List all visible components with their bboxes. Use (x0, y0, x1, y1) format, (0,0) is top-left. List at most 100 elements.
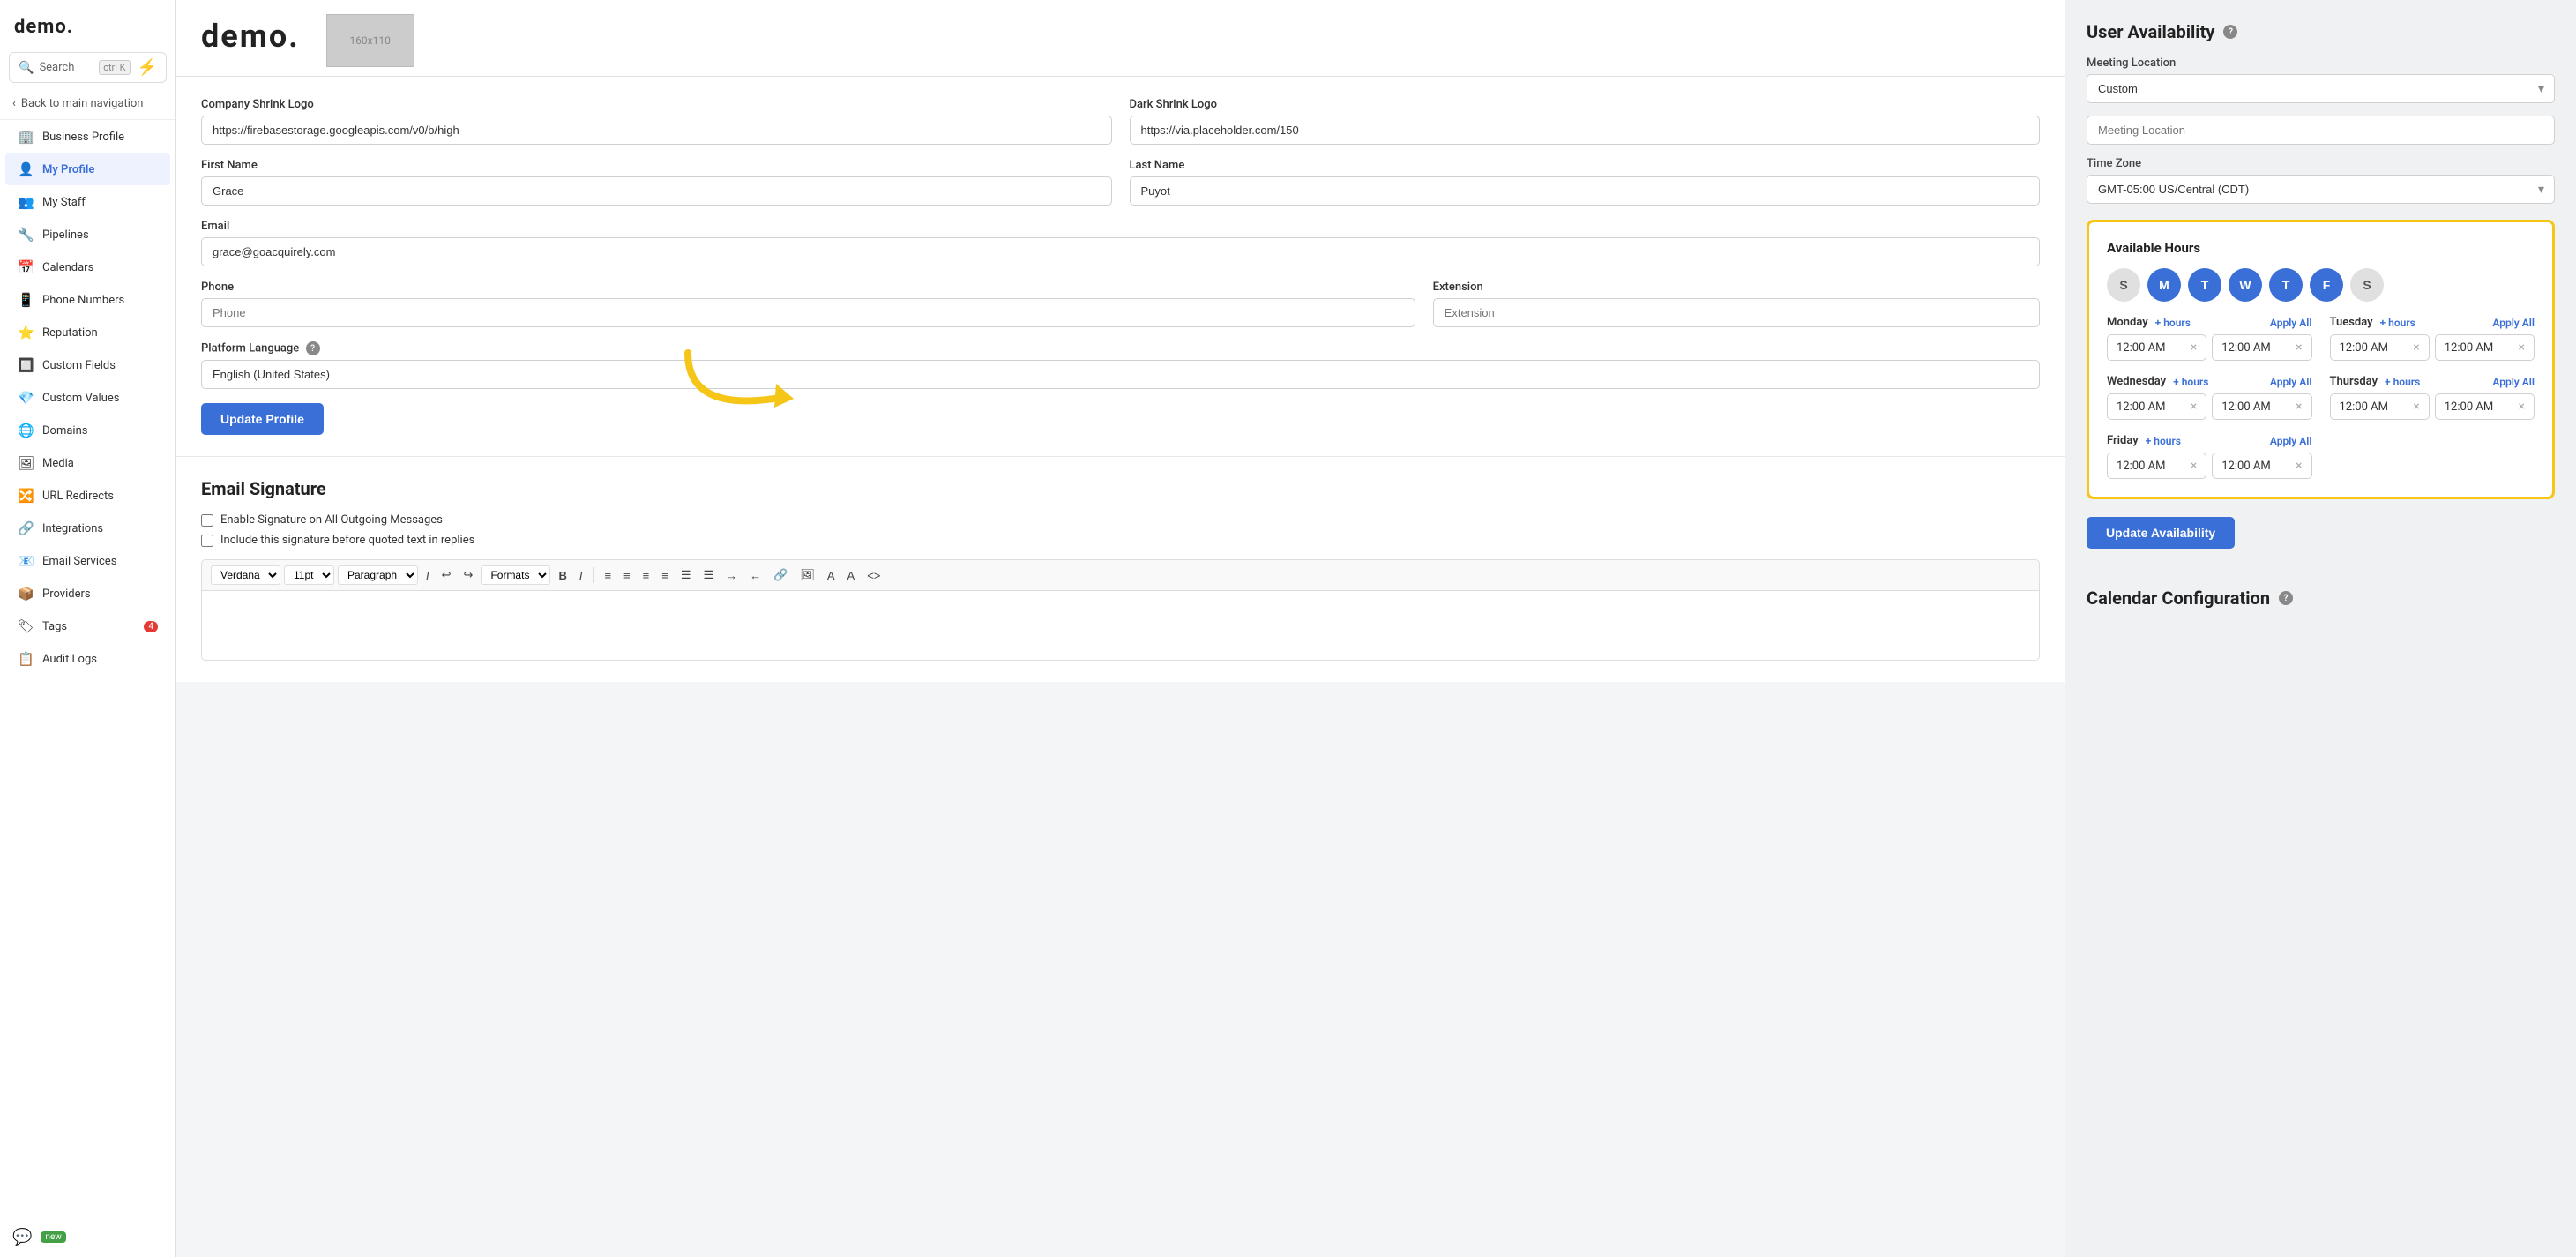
apply-all-tuesday[interactable]: Apply All (2492, 317, 2535, 329)
my-profile-icon: 👤 (18, 161, 34, 177)
day-button-4[interactable]: T (2269, 268, 2303, 302)
sidebar-item-audit-logs[interactable]: 📋 Audit Logs (5, 643, 170, 675)
clear-from-thursday[interactable]: × (2413, 400, 2419, 414)
add-hours-thursday[interactable]: + hours (2385, 376, 2420, 388)
time-to-wednesday[interactable]: 12:00 AM × (2212, 393, 2311, 420)
time-from-monday[interactable]: 12:00 AM × (2107, 334, 2206, 361)
time-to-tuesday[interactable]: 12:00 AM × (2435, 334, 2535, 361)
sidebar-item-calendars[interactable]: 📅 Calendars (5, 251, 170, 283)
add-hours-monday[interactable]: + hours (2155, 317, 2191, 329)
clear-to-monday[interactable]: × (2296, 340, 2302, 355)
apply-all-friday[interactable]: Apply All (2270, 435, 2312, 447)
clear-from-wednesday[interactable]: × (2191, 400, 2197, 414)
clear-to-wednesday[interactable]: × (2296, 400, 2302, 414)
editor-bg-color-btn[interactable]: A (843, 567, 860, 584)
dark-shrink-logo-input[interactable] (1130, 116, 2041, 145)
last-name-input[interactable] (1130, 176, 2041, 206)
sidebar-item-integrations[interactable]: 🔗 Integrations (5, 513, 170, 544)
sidebar-item-tags[interactable]: 🏷 Tags 4 (5, 610, 170, 642)
meeting-location-text-input[interactable] (2087, 116, 2555, 145)
calendar-config-help-icon[interactable]: ? (2279, 591, 2293, 605)
editor-indent-btn[interactable]: → (721, 567, 742, 584)
sidebar-item-custom-fields[interactable]: 🔲 Custom Fields (5, 349, 170, 381)
sidebar-item-providers[interactable]: 📦 Providers (5, 578, 170, 610)
day-button-2[interactable]: T (2188, 268, 2221, 302)
sidebar-item-business-profile[interactable]: 🏢 Business Profile (5, 121, 170, 153)
update-availability-button[interactable]: Update Availability (2087, 517, 2235, 549)
time-to-monday[interactable]: 12:00 AM × (2212, 334, 2311, 361)
language-input[interactable] (201, 360, 2040, 389)
editor-ol-btn[interactable]: ☰ (698, 566, 718, 584)
phone-input[interactable] (201, 298, 1415, 327)
clear-from-tuesday[interactable]: × (2413, 340, 2419, 355)
editor-ul-btn[interactable]: ☰ (676, 566, 696, 584)
sidebar-item-my-profile[interactable]: 👤 My Profile (5, 153, 170, 185)
sidebar-item-media[interactable]: 🖼 Media (5, 447, 170, 479)
language-help-icon[interactable]: ? (306, 341, 320, 355)
sidebar-item-my-staff[interactable]: 👥 My Staff (5, 186, 170, 218)
first-name-input[interactable] (201, 176, 1112, 206)
update-profile-button[interactable]: Update Profile (201, 403, 324, 435)
logo-image-placeholder: 160x110 (326, 14, 414, 67)
clear-to-thursday[interactable]: × (2519, 400, 2525, 414)
day-button-5[interactable]: F (2310, 268, 2343, 302)
editor-bold-btn[interactable]: B (554, 567, 571, 584)
editor-italic2-btn[interactable]: I (575, 567, 587, 584)
add-hours-tuesday[interactable]: + hours (2380, 317, 2415, 329)
editor-formats-select[interactable]: Formats (481, 565, 550, 585)
editor-image-btn[interactable]: 🖼 (795, 566, 819, 584)
clear-to-tuesday[interactable]: × (2519, 340, 2525, 355)
day-button-3[interactable]: W (2229, 268, 2262, 302)
extension-input[interactable] (1433, 298, 2040, 327)
company-shrink-logo-input[interactable] (201, 116, 1112, 145)
editor-align-right-btn[interactable]: ≡ (638, 567, 654, 584)
sidebar-item-reputation[interactable]: ⭐ Reputation (5, 317, 170, 348)
editor-redo-btn[interactable]: ↪ (459, 566, 478, 584)
sidebar-item-custom-values[interactable]: 💎 Custom Values (5, 382, 170, 414)
meeting-location-select[interactable]: Custom (2087, 74, 2555, 103)
clear-from-monday[interactable]: × (2191, 340, 2197, 355)
apply-all-monday[interactable]: Apply All (2270, 317, 2312, 329)
editor-code-btn[interactable]: <> (862, 567, 885, 584)
add-hours-wednesday[interactable]: + hours (2173, 376, 2208, 388)
editor-link-btn[interactable]: 🔗 (769, 566, 792, 584)
editor-align-center-btn[interactable]: ≡ (619, 567, 635, 584)
chat-bubble[interactable]: 💬 new (0, 1217, 175, 1257)
editor-paragraph-select[interactable]: Paragraph (338, 565, 418, 585)
email-signature-editor-body[interactable] (201, 590, 2040, 661)
sidebar-item-pipelines[interactable]: 🔧 Pipelines (5, 219, 170, 251)
sig-checkbox1[interactable] (201, 514, 213, 527)
editor-align-left-btn[interactable]: ≡ (600, 567, 616, 584)
email-input[interactable] (201, 237, 2040, 266)
sidebar-item-email-services[interactable]: 📧 Email Services (5, 545, 170, 577)
clear-to-friday[interactable]: × (2296, 459, 2302, 473)
sidebar-item-url-redirects[interactable]: 🔀 URL Redirects (5, 480, 170, 512)
clear-from-friday[interactable]: × (2191, 459, 2197, 473)
time-to-thursday[interactable]: 12:00 AM × (2435, 393, 2535, 420)
time-from-wednesday[interactable]: 12:00 AM × (2107, 393, 2206, 420)
editor-outdent-btn[interactable]: ← (745, 567, 765, 584)
editor-font-color-btn[interactable]: A (823, 567, 840, 584)
day-button-6[interactable]: S (2350, 268, 2384, 302)
time-from-tuesday[interactable]: 12:00 AM × (2330, 334, 2430, 361)
sidebar-item-domains[interactable]: 🌐 Domains (5, 415, 170, 446)
back-to-main-nav[interactable]: ‹ Back to main navigation (0, 88, 175, 120)
day-button-0[interactable]: S (2107, 268, 2140, 302)
editor-font-select[interactable]: Verdana (211, 565, 280, 585)
sig-checkbox2[interactable] (201, 535, 213, 547)
apply-all-wednesday[interactable]: Apply All (2270, 376, 2312, 388)
time-from-thursday[interactable]: 12:00 AM × (2330, 393, 2430, 420)
editor-undo-btn[interactable]: ↩ (437, 566, 456, 584)
availability-help-icon[interactable]: ? (2223, 25, 2237, 39)
sidebar-item-phone-numbers[interactable]: 📱 Phone Numbers (5, 284, 170, 316)
time-from-friday[interactable]: 12:00 AM × (2107, 453, 2206, 479)
search-bar[interactable]: 🔍 Search ctrl K ⚡ (9, 52, 167, 83)
editor-italic-btn[interactable]: I (422, 567, 434, 584)
day-button-1[interactable]: M (2147, 268, 2181, 302)
add-hours-friday[interactable]: + hours (2146, 435, 2181, 447)
apply-all-thursday[interactable]: Apply All (2492, 376, 2535, 388)
editor-align-justify-btn[interactable]: ≡ (657, 567, 673, 584)
time-zone-select[interactable]: GMT-05:00 US/Central (CDT) (2087, 175, 2555, 204)
editor-size-select[interactable]: 11pt (284, 565, 334, 585)
time-to-friday[interactable]: 12:00 AM × (2212, 453, 2311, 479)
